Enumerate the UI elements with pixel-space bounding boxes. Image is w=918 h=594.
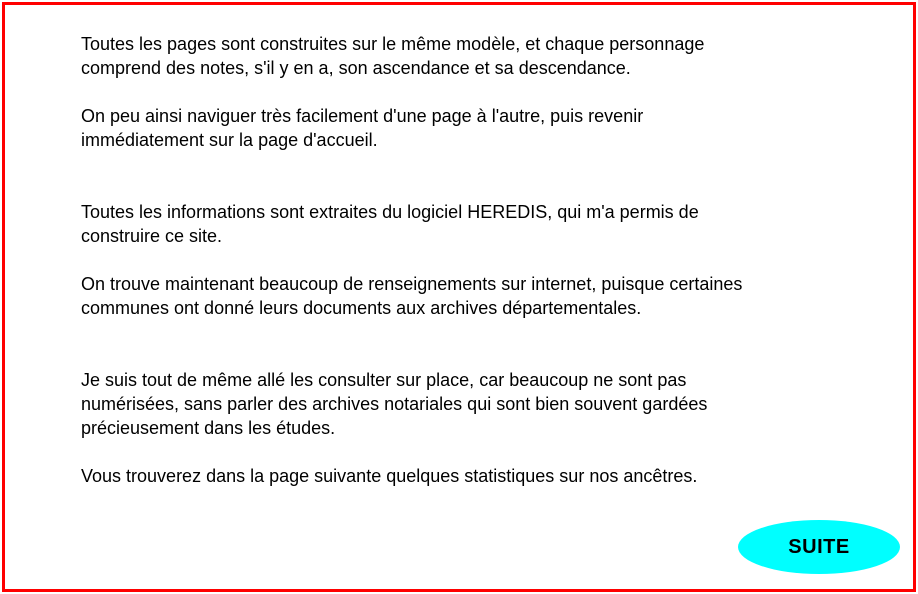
page-frame: Toutes les pages sont construites sur le…	[2, 2, 916, 592]
paragraph-archives-visit: Je suis tout de même allé les consulter …	[81, 370, 708, 438]
paragraph-statistics-intro: Vous trouverez dans la page suivante que…	[81, 466, 698, 486]
paragraph-page-structure: Toutes les pages sont construites sur le…	[81, 34, 705, 78]
next-page-button[interactable]: SUITE	[738, 520, 900, 574]
next-page-label: SUITE	[788, 535, 850, 558]
paragraph-navigation: On peu ainsi naviguer très facilement d'…	[81, 106, 644, 150]
paragraph-internet-records: On trouve maintenant beaucoup de renseig…	[81, 274, 743, 318]
paragraph-heredis-source: Toutes les informations sont extraites d…	[81, 202, 699, 246]
text-content: Toutes les pages sont construites sur le…	[81, 32, 841, 488]
